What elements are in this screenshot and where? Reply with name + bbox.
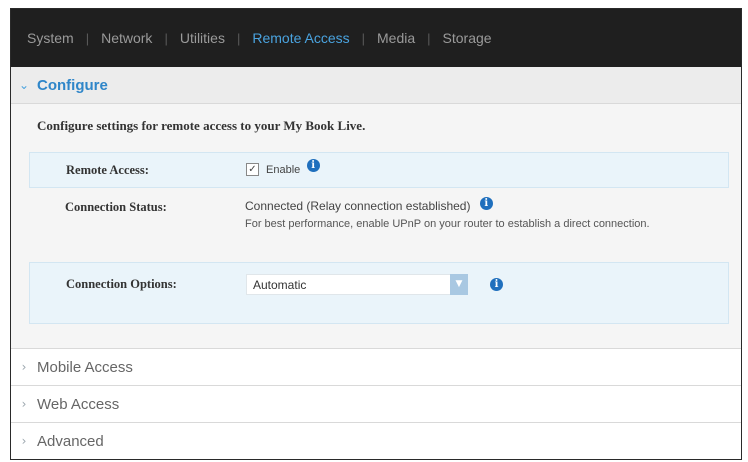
chevron-right-icon: › (21, 434, 27, 448)
connection-status-note: For best performance, enable UPnP on you… (245, 218, 650, 231)
advanced-section-header[interactable]: › Advanced (11, 423, 741, 459)
nav-separator: | (361, 30, 365, 46)
top-nav: System | Network | Utilities | Remote Ac… (11, 9, 741, 67)
configure-section-body: Configure settings for remote access to … (11, 104, 741, 349)
info-icon[interactable]: i (306, 159, 320, 173)
nav-utilities[interactable]: Utilities (180, 30, 225, 46)
remote-access-row: Remote Access: ✓ Enable i (29, 152, 729, 188)
nav-separator: | (85, 30, 90, 46)
connection-options-label: Connection Options: (66, 277, 177, 291)
enable-checkbox[interactable]: ✓ (246, 163, 259, 177)
nav-media[interactable]: Media (377, 30, 415, 46)
connection-status-row: Connection Status: Connected (Relay conn… (29, 194, 727, 254)
connection-status-label: Connection Status: (65, 200, 167, 214)
nav-separator: | (164, 30, 168, 46)
connection-options-selected: Automatic (253, 278, 307, 292)
nav-system[interactable]: System (27, 30, 74, 46)
nav-separator: | (236, 30, 241, 46)
web-access-title: Web Access (37, 395, 120, 413)
info-icon[interactable]: i (490, 278, 503, 291)
enable-checkbox-label: Enable (266, 164, 301, 176)
connection-status-text: Connected (Relay connection established) (245, 199, 471, 213)
remote-access-label: Remote Access: (66, 163, 149, 177)
web-access-section-header[interactable]: › Web Access (11, 386, 741, 423)
chevron-right-icon: › (21, 360, 27, 374)
nav-storage[interactable]: Storage (443, 30, 492, 46)
settings-window: System | Network | Utilities | Remote Ac… (10, 8, 742, 460)
configure-description: Configure settings for remote access to … (37, 118, 366, 133)
nav-separator: | (427, 30, 431, 46)
mobile-access-title: Mobile Access (37, 358, 133, 376)
mobile-access-section-header[interactable]: › Mobile Access (11, 349, 741, 386)
advanced-title: Advanced (37, 432, 104, 450)
remote-access-control: ✓ Enable i (246, 159, 320, 177)
connection-options-row: Connection Options: Automatic ▼ i (29, 262, 729, 324)
nav-network[interactable]: Network (101, 30, 152, 46)
configure-title: Configure (37, 76, 108, 94)
chevron-down-icon[interactable]: ▼ (450, 274, 468, 295)
info-icon[interactable]: i (479, 197, 493, 211)
chevron-right-icon: › (21, 397, 27, 411)
connection-options-select[interactable]: Automatic ▼ (246, 274, 468, 295)
nav-remote-access[interactable]: Remote Access (252, 30, 349, 46)
connection-status-value: Connected (Relay connection established)… (245, 197, 655, 232)
configure-section-header[interactable]: ⌄ Configure (11, 67, 741, 104)
chevron-down-icon: ⌄ (18, 78, 30, 92)
